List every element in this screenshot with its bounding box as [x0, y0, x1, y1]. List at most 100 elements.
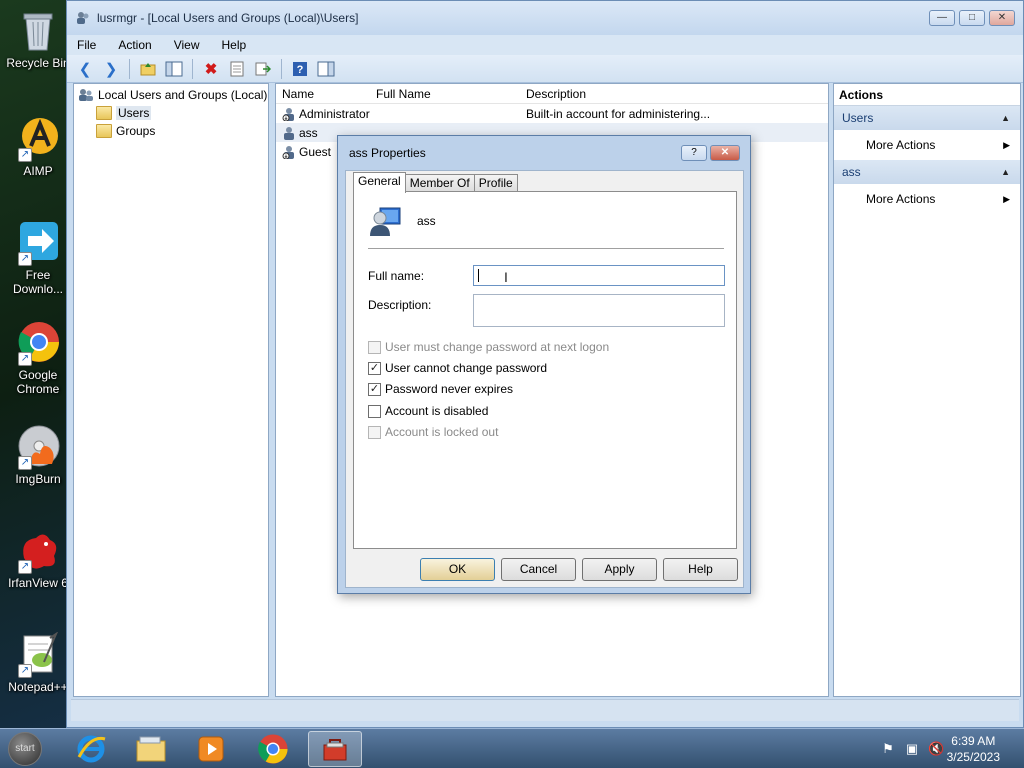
- desktop-icon-imgburn[interactable]: ↗ ImgBurn: [0, 424, 76, 486]
- clock[interactable]: 6:39 AM 3/25/2023: [947, 733, 1000, 765]
- dialog-close-button[interactable]: ✕: [710, 145, 740, 161]
- list-row-administrator[interactable]: Administrator Built-in account for admin…: [276, 104, 828, 123]
- help-icon[interactable]: ?: [290, 59, 310, 79]
- show-action-pane-icon[interactable]: [316, 59, 336, 79]
- desktop-icon-aimp[interactable]: ↗ AIMP: [0, 116, 76, 178]
- aimp-icon: ↗: [16, 116, 60, 162]
- submenu-arrow-icon: ▶: [1003, 194, 1010, 204]
- menu-action[interactable]: Action: [118, 38, 151, 52]
- full-name-field[interactable]: I: [473, 265, 725, 286]
- properties-icon[interactable]: [227, 59, 247, 79]
- section-title: ass: [842, 165, 861, 179]
- users-groups-icon: [78, 88, 94, 102]
- menu-view[interactable]: View: [174, 38, 200, 52]
- toolbar-separator: [192, 58, 193, 79]
- taskbar-internet-explorer[interactable]: [64, 731, 118, 767]
- taskbar-google-chrome[interactable]: [246, 731, 300, 767]
- apply-button[interactable]: Apply: [582, 558, 657, 581]
- dialog-footer: OK Cancel Apply Help: [346, 549, 743, 587]
- tree-root[interactable]: Local Users and Groups (Local): [74, 86, 268, 104]
- taskbar-file-explorer[interactable]: [124, 731, 178, 767]
- action-center-flag-icon[interactable]: ⚑: [880, 741, 896, 757]
- checkbox-box[interactable]: [368, 425, 381, 439]
- delete-icon[interactable]: ✖: [201, 59, 221, 79]
- recycle-bin-icon: [16, 8, 60, 52]
- export-list-icon[interactable]: [253, 59, 273, 79]
- desktop-icon-notepad-plus-plus[interactable]: ↗ Notepad++: [0, 631, 76, 694]
- checkbox-box[interactable]: [368, 404, 381, 418]
- checkbox-password-never-expires[interactable]: ✓ Password never expires: [368, 382, 513, 396]
- checkbox-box[interactable]: [368, 340, 381, 354]
- shortcut-arrow-icon: ↗: [18, 148, 32, 162]
- user-name: ass: [417, 214, 436, 228]
- status-bar: [71, 699, 1019, 721]
- tree-item-users[interactable]: Users: [74, 104, 268, 122]
- volume-muted-icon[interactable]: 🔇: [928, 741, 944, 757]
- checkbox-label: Password never expires: [385, 382, 514, 396]
- svg-text:?: ?: [297, 64, 304, 76]
- forward-arrow-icon[interactable]: ❯: [101, 59, 121, 79]
- action-label: More Actions: [866, 138, 936, 152]
- checkbox-cannot-change-password[interactable]: ✓ User cannot change password: [368, 361, 547, 375]
- free-download-manager-icon: ↗: [16, 220, 60, 266]
- checkbox-account-locked-out[interactable]: Account is locked out: [368, 425, 498, 439]
- divider: [368, 248, 724, 249]
- help-button[interactable]: Help: [663, 558, 738, 581]
- close-button[interactable]: ✕: [989, 10, 1015, 26]
- description-field[interactable]: [473, 294, 725, 327]
- general-tab-panel: ass Full name: I Description: User must …: [353, 191, 737, 549]
- desktop-icon-label: AIMP: [23, 164, 53, 178]
- ok-button[interactable]: OK: [420, 558, 495, 581]
- checkbox-must-change-password[interactable]: User must change password at next logon: [368, 340, 609, 354]
- up-folder-icon[interactable]: [138, 59, 158, 79]
- dialog-titlebar[interactable]: ass Properties ? ✕: [338, 136, 750, 170]
- internet-explorer-icon: [77, 735, 106, 763]
- tree-root-label: Local Users and Groups (Local): [98, 88, 268, 102]
- back-arrow-icon[interactable]: ❮: [75, 59, 95, 79]
- imgburn-icon: ↗: [16, 424, 60, 470]
- more-actions-ass[interactable]: More Actions ▶: [834, 184, 1020, 214]
- shortcut-arrow-icon: ↗: [18, 252, 32, 266]
- desktop-icon-recycle-bin[interactable]: Recycle Bin: [0, 8, 76, 70]
- network-icon[interactable]: ▣: [904, 741, 920, 757]
- minimize-button[interactable]: —: [929, 10, 955, 26]
- checkbox-account-disabled[interactable]: Account is disabled: [368, 404, 488, 418]
- column-header-full-name[interactable]: Full Name: [376, 87, 526, 101]
- taskbar-media-player[interactable]: [184, 731, 238, 767]
- desktop-icon-label: Notepad++: [8, 680, 68, 694]
- collapse-up-icon[interactable]: ▲: [1001, 160, 1010, 184]
- checkmark-icon[interactable]: ✓: [368, 382, 381, 396]
- taskbar-lusrmgr[interactable]: [308, 731, 362, 767]
- description-label: Description:: [368, 298, 432, 312]
- list-cell-name: Guest: [299, 144, 332, 159]
- shortcut-arrow-icon: ↗: [18, 352, 32, 366]
- user-avatar-icon: [368, 204, 402, 238]
- menu-help[interactable]: Help: [222, 38, 247, 52]
- tab-member-of[interactable]: Member Of: [404, 174, 475, 192]
- cancel-button[interactable]: Cancel: [501, 558, 576, 581]
- more-actions-users[interactable]: More Actions ▶: [834, 130, 1020, 160]
- chrome-icon: ↗: [16, 320, 60, 366]
- tree-item-groups[interactable]: Groups: [74, 122, 268, 140]
- window-titlebar[interactable]: lusrmgr - [Local Users and Groups (Local…: [67, 1, 1023, 35]
- tab-general[interactable]: General: [353, 172, 406, 193]
- maximize-button[interactable]: □: [959, 10, 985, 26]
- show-hide-tree-icon[interactable]: [164, 59, 184, 79]
- menu-file[interactable]: File: [77, 38, 96, 52]
- user-icon: [282, 126, 296, 140]
- actions-section-ass[interactable]: ass ▲: [834, 160, 1020, 184]
- desktop-icon-google-chrome[interactable]: ↗ Google Chrome: [0, 320, 76, 396]
- collapse-up-icon[interactable]: ▲: [1001, 106, 1010, 130]
- clock-date: 3/25/2023: [946, 750, 1000, 764]
- desktop-icon-free-download[interactable]: ↗ Free Downlo...: [0, 220, 76, 296]
- column-header-description[interactable]: Description: [526, 87, 726, 101]
- user-properties-dialog: ass Properties ? ✕ General Member Of Pro…: [337, 135, 751, 594]
- user-icon: [282, 107, 296, 121]
- start-button[interactable]: start: [8, 732, 42, 766]
- column-header-name[interactable]: Name: [276, 87, 376, 101]
- tab-profile[interactable]: Profile: [473, 174, 518, 192]
- checkmark-icon[interactable]: ✓: [368, 361, 381, 375]
- desktop-icon-irfanview[interactable]: ↗ IrfanView 6: [0, 528, 76, 590]
- dialog-help-button[interactable]: ?: [681, 145, 707, 161]
- actions-section-users[interactable]: Users ▲: [834, 106, 1020, 130]
